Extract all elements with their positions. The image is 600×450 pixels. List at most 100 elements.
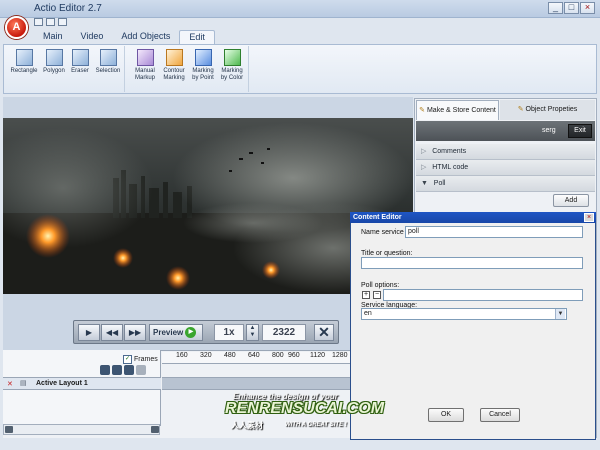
frame-counter: 2322	[262, 324, 306, 341]
ruler-tick: 320	[200, 352, 212, 359]
ruler-tick: 1280	[332, 352, 348, 359]
loop-icon[interactable]	[112, 365, 122, 375]
preview-button[interactable]: Preview ▶	[149, 324, 203, 341]
manual-markup-label-2: Markup	[134, 75, 155, 81]
chevron-down-icon[interactable]: ▼	[555, 309, 565, 319]
timeline-tools	[100, 365, 146, 375]
manual-markup-icon	[136, 49, 154, 66]
close-button[interactable]: ×	[580, 2, 595, 14]
delete-icon[interactable]	[136, 365, 146, 375]
marking-point-icon	[194, 49, 212, 66]
redo-icon[interactable]	[58, 18, 67, 26]
tab-video[interactable]: Video	[72, 30, 113, 45]
tab-main[interactable]: Main	[34, 30, 72, 45]
marking-point-label-1: Marking	[192, 68, 214, 74]
name-service-label: Name service	[361, 229, 404, 236]
add-button[interactable]: Add	[553, 194, 589, 207]
scroll-left-icon[interactable]	[5, 426, 13, 433]
window-title: Actio Editor 2.7	[34, 3, 102, 14]
add-option-icon[interactable]: +	[362, 291, 370, 299]
tab-add-objects[interactable]: Add Objects	[112, 30, 179, 45]
speed-stepper[interactable]: ▲ ▼	[246, 324, 259, 341]
selection-label: Selection	[95, 68, 121, 74]
dialog-title: Content Editor	[350, 212, 596, 223]
ruler-tick: 160	[176, 352, 188, 359]
rectangle-tool-button[interactable]: Rectangle	[8, 49, 40, 75]
polygon-tool-icon	[45, 49, 63, 66]
play-button[interactable]: ▶	[78, 324, 100, 341]
section-label: HTML code	[432, 164, 469, 171]
contour-marking-label-1: Contour	[163, 68, 185, 74]
ruler-tick: 640	[248, 352, 260, 359]
rewind-button[interactable]: ◀◀	[101, 324, 123, 341]
marking-color-label-2: by Color	[220, 75, 244, 81]
marking-color-label-1: Marking	[221, 68, 243, 74]
section-comments[interactable]: ▷ Comments	[416, 144, 595, 160]
section-label: Poll	[433, 180, 446, 187]
rectangle-label: Rectangle	[10, 68, 38, 74]
preview-label: Preview	[153, 328, 184, 337]
timeline-scrollbar[interactable]	[3, 424, 160, 435]
user-bar: serg Exit	[416, 121, 595, 141]
language-select[interactable]: en ▼	[361, 308, 567, 320]
user-name: serg	[542, 127, 556, 134]
tab-object-properties[interactable]: ✎ Object Propeties	[500, 100, 595, 120]
question-label: Title or question:	[361, 250, 413, 257]
name-service-input[interactable]: poll	[405, 226, 583, 238]
marking-point-button[interactable]: Marking by Point	[187, 49, 219, 82]
maximize-button[interactable]: □	[564, 2, 579, 14]
contour-marking-label-2: Marking	[163, 75, 185, 81]
eraser-label: Eraser	[71, 68, 89, 74]
ruler-tick: 1120	[310, 352, 326, 359]
ribbon: Rectangle Polygon Eraser Selection Manua…	[3, 44, 597, 94]
contour-marking-button[interactable]: Contour Marking	[158, 49, 190, 82]
selection-tool-icon	[99, 49, 117, 66]
refresh-icon[interactable]	[100, 365, 110, 375]
ruler-tick: 480	[224, 352, 236, 359]
content-editor-dialog	[350, 212, 596, 440]
preview-play-icon: ▶	[185, 327, 197, 339]
question-input[interactable]	[361, 257, 583, 269]
section-poll[interactable]: ▼ Poll	[416, 176, 595, 192]
app-logo[interactable]: A	[5, 16, 28, 39]
poll-option-input[interactable]	[383, 289, 583, 301]
speed-display: 1x	[214, 324, 244, 341]
content-tab-label: Make & Store Content	[426, 107, 496, 114]
undo-icon[interactable]	[46, 18, 55, 26]
pause-icon[interactable]	[124, 365, 134, 375]
quick-access-toolbar	[34, 18, 67, 28]
manual-markup-label-1: Manual	[135, 68, 155, 74]
collapse-arrow-icon: ▼	[421, 180, 428, 187]
tab-make-store-content[interactable]: ✎ Make & Store Content	[416, 100, 499, 120]
checkbox-icon[interactable]: ✓	[123, 355, 132, 364]
section-label: Comments	[432, 148, 467, 155]
layer-row[interactable]: ✕ ▤ Active Layout 1	[3, 377, 161, 390]
ruler-tick: 800	[272, 352, 284, 359]
section-html-code[interactable]: ▷ HTML code	[416, 160, 595, 176]
minimize-button[interactable]: _	[548, 2, 563, 14]
remove-option-icon[interactable]: −	[373, 291, 381, 299]
eraser-tool-icon	[71, 49, 89, 66]
marking-color-button[interactable]: Marking by Color	[216, 49, 248, 82]
player-controls: ▶ ◀◀ ▶▶ Preview ▶ 1x ▲ ▼ 2322 ✕	[73, 320, 339, 344]
cancel-button[interactable]: Cancel	[480, 408, 520, 422]
exit-button[interactable]: Exit	[568, 124, 592, 138]
dialog-close-button[interactable]: ×	[584, 213, 594, 222]
manual-markup-button[interactable]: Manual Markup	[129, 49, 161, 82]
fast-forward-button[interactable]: ▶▶	[124, 324, 146, 341]
lock-icon[interactable]: ▤	[20, 379, 27, 387]
content-tab-icon: ✎	[419, 107, 426, 114]
markup-group: Manual Markup Contour Marking Marking by…	[126, 46, 249, 92]
polygon-label: Polygon	[43, 68, 65, 74]
close-preview-button[interactable]: ✕	[314, 324, 334, 341]
frames-toggle[interactable]: ✓ Frames	[123, 355, 158, 364]
scroll-right-icon[interactable]	[151, 426, 159, 433]
selection-tool-button[interactable]: Selection	[92, 49, 124, 75]
ok-button[interactable]: OK	[428, 408, 464, 422]
save-icon[interactable]	[34, 18, 43, 26]
rectangle-tool-icon	[15, 49, 33, 66]
layer-name: Active Layout 1	[36, 380, 88, 387]
visibility-icon[interactable]: ✕	[7, 380, 13, 388]
expand-arrow-icon: ▷	[421, 148, 427, 155]
language-value: en	[364, 310, 372, 317]
